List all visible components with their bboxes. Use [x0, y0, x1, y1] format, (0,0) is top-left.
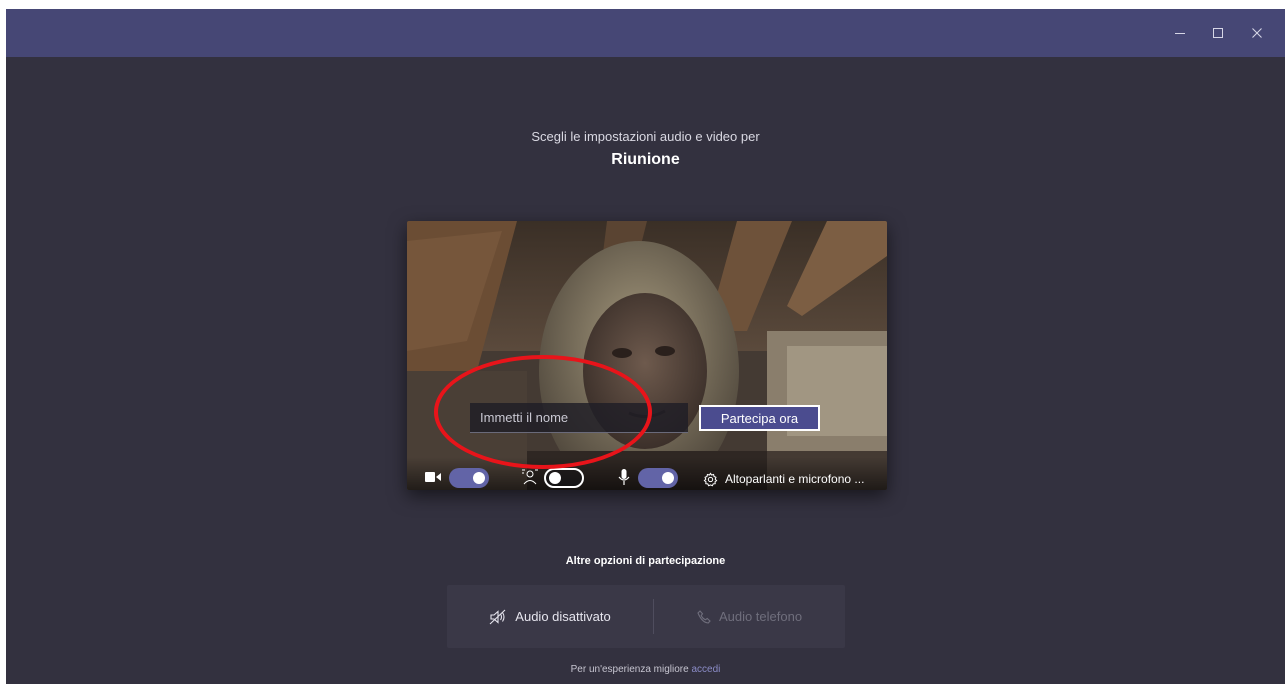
- title-bar: [6, 9, 1285, 57]
- signin-link[interactable]: accedi: [691, 664, 720, 675]
- gear-icon: [703, 472, 718, 486]
- name-input[interactable]: [470, 403, 688, 433]
- footer-text: Per un'esperienza migliore: [570, 664, 689, 675]
- other-join-options: Audio disattivato Audio telefono: [447, 585, 845, 648]
- phone-audio-label: Audio telefono: [718, 609, 803, 624]
- camera-toggle[interactable]: [449, 468, 489, 488]
- device-settings-label: Altoparlanti e microfono ...: [725, 472, 865, 486]
- device-settings-button[interactable]: Altoparlanti e microfono ...: [703, 469, 864, 489]
- camera-feed-image: [407, 221, 887, 490]
- teams-join-window: Scegli le impostazioni audio e video per…: [6, 9, 1285, 684]
- phone-audio-option[interactable]: Audio telefono: [654, 585, 845, 648]
- audio-off-option[interactable]: Audio disattivato: [447, 585, 653, 648]
- join-now-button[interactable]: Partecipa ora: [699, 405, 820, 431]
- phone-icon: [697, 609, 711, 624]
- background-blur-icon: [521, 468, 539, 486]
- maximize-icon[interactable]: [1206, 21, 1230, 45]
- background-blur-toggle[interactable]: [544, 468, 584, 488]
- microphone-icon: [618, 469, 630, 485]
- camera-icon: [425, 471, 441, 483]
- meeting-title: Riunione: [611, 151, 680, 168]
- close-icon[interactable]: [1245, 21, 1269, 45]
- minimize-icon[interactable]: [1168, 21, 1192, 45]
- footer-signin-hint: Per un'esperienza migliore accedi: [6, 664, 1285, 675]
- speaker-muted-icon: [489, 609, 506, 624]
- audio-off-label: Audio disattivato: [515, 609, 611, 624]
- other-options-title: Altre opzioni di partecipazione: [565, 555, 726, 567]
- setup-subtitle: Scegli le impostazioni audio e video per: [531, 129, 760, 144]
- video-preview: Partecipa ora A: [407, 221, 887, 490]
- preview-controls-bar: Altoparlanti e microfono ...: [407, 457, 887, 490]
- microphone-toggle[interactable]: [638, 468, 678, 488]
